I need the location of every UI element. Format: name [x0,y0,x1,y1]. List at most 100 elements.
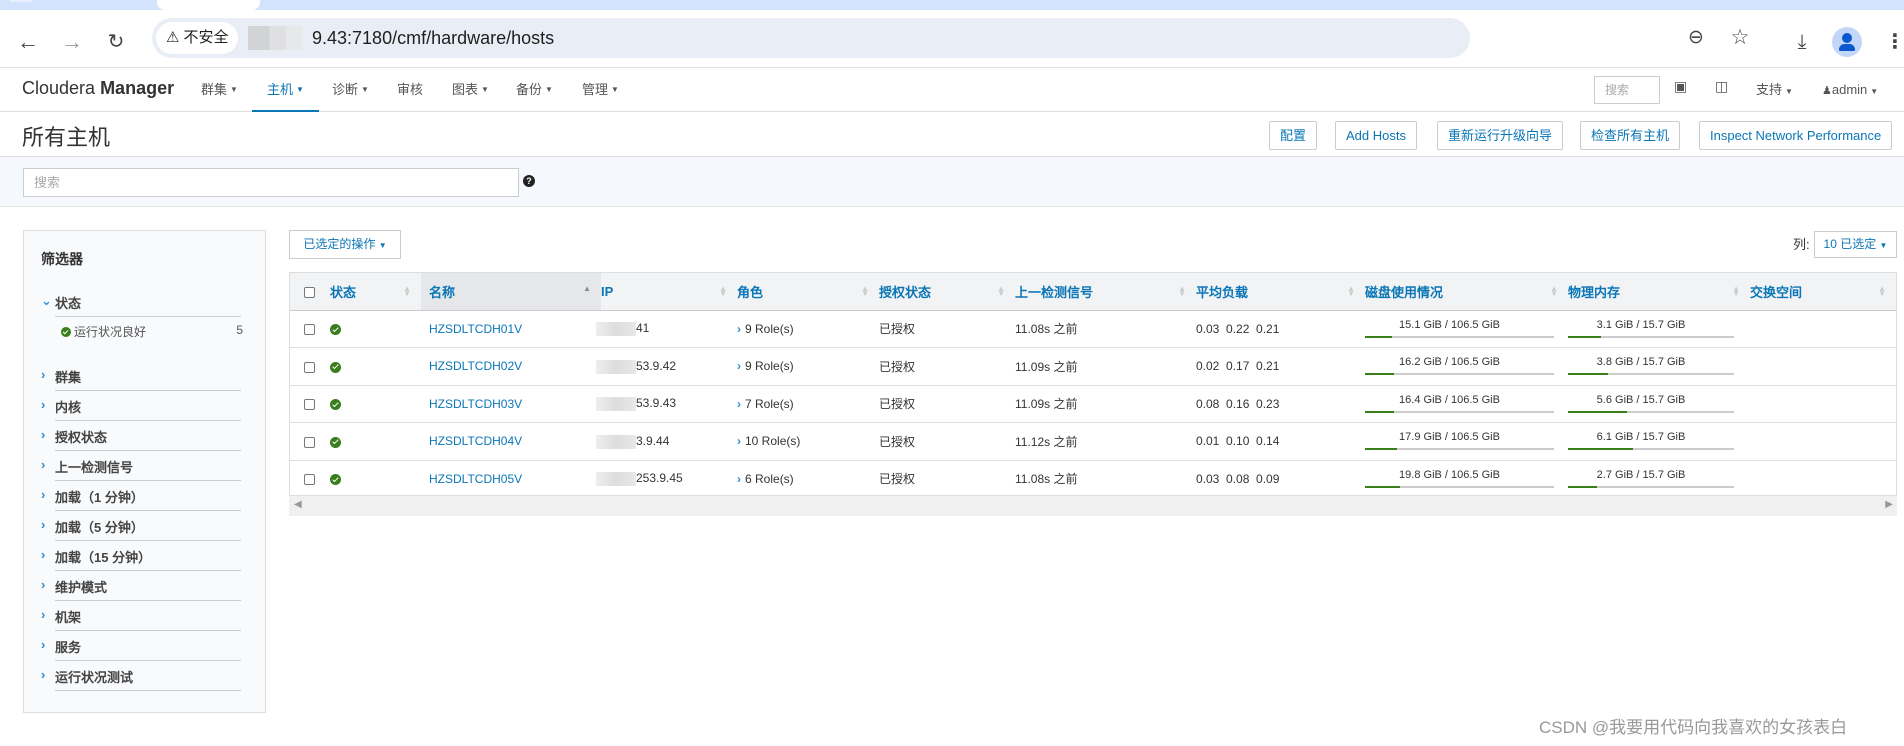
memory-fill [1568,448,1633,451]
commands-icon[interactable]: ◫ [1715,78,1728,95]
filter-group-cluster[interactable]: › 群集 [41,361,241,391]
selected-actions-dropdown[interactable]: 已选定的操作 ▼ [289,230,401,259]
ip-text: 3.9.44 [636,433,670,448]
roles-cell[interactable]: › 7 Role(s) [737,385,879,423]
roles-cell[interactable]: › 9 Role(s) [737,310,879,348]
row-checkbox[interactable] [304,436,315,448]
load-average-cell: 0.08 0.16 0.23 [1196,385,1365,423]
scroll-right-icon[interactable]: ▶ [1885,499,1893,510]
scroll-left-icon[interactable]: ◀ [294,499,302,510]
host-name-link[interactable]: HZSDLTCDH04V [429,434,522,448]
chevron-down-icon: ⌄ [41,293,52,308]
filter-group-kernel[interactable]: › 内核 [41,391,241,421]
filter-group-health-tests[interactable]: › 运行状况测试 [41,661,241,691]
column-header-roles[interactable]: 角色 ▲ ▼ [737,273,879,311]
swap-cell [1750,347,1896,386]
header-label: 上一检测信号 [1015,284,1094,300]
swap-cell [1750,460,1896,498]
active-browser-tab[interactable] [157,0,260,10]
filter-item-healthy[interactable]: 运行状况良好 5 [61,323,243,343]
chevron-right-icon: › [41,487,46,502]
memory-bar: 3.8 GiB / 15.7 GiB [1568,351,1734,381]
roles-cell[interactable]: › 6 Role(s) [737,460,879,498]
zoom-out-icon[interactable]: ⊖ [1682,24,1710,52]
healthy-status-icon [330,436,341,448]
url-text[interactable]: 9.43:7180/cmf/hardware/hosts [312,18,554,58]
column-header-name[interactable]: 名称 ▲ [421,273,601,311]
download-icon[interactable]: ⤓ [1787,27,1817,57]
reload-icon[interactable]: ↻ [102,28,130,56]
row-checkbox[interactable] [304,361,315,373]
column-header-physical-memory[interactable]: 物理内存 ▲ ▼ [1568,273,1750,311]
disk-usage-cell: 15.1 GiB / 106.5 GiB [1365,310,1568,348]
row-checkbox[interactable] [304,474,315,486]
menu-admin[interactable]: 管理 ▼ [582,68,619,112]
column-header-load-average[interactable]: 平均负载 ▲ ▼ [1196,273,1365,311]
filter-group-last-heartbeat[interactable]: › 上一检测信号 [41,451,241,481]
add-hosts-button[interactable]: Add Hosts [1335,121,1417,150]
filter-item-count: 5 [236,323,243,337]
support-menu[interactable]: 支持 ▼ [1756,68,1793,112]
filter-group-commission-state[interactable]: › 授权状态 [41,421,241,451]
rerun-upgrade-wizard-button[interactable]: 重新运行升级向导 [1437,121,1564,150]
memory-text: 5.6 GiB / 15.7 GiB [1596,393,1686,406]
memory-track [1568,373,1734,376]
back-icon[interactable]: ← [14,28,42,56]
user-menu[interactable]: ♟admin ▼ [1822,68,1878,112]
column-header-swap-space[interactable]: 交换空间 ▲ ▼ [1750,273,1896,311]
columns-selector[interactable]: 10 已选定 ▼ [1814,231,1897,258]
select-cell [290,422,330,461]
menu-diagnostics[interactable]: 诊断 ▼ [332,68,369,112]
inspect-all-hosts-button[interactable]: 检查所有主机 [1580,121,1681,150]
host-name-link[interactable]: HZSDLTCDH02V [429,359,522,373]
parcel-icon[interactable]: ▣ [1674,78,1687,95]
more-menu-icon[interactable]: ⋮ [1880,27,1904,57]
row-checkbox[interactable] [304,399,315,411]
horizontal-scrollbar[interactable]: ◀ ▶ [289,496,1897,516]
search-band: 搜索 ? [0,157,1904,207]
row-checkbox[interactable] [304,324,315,336]
help-icon[interactable]: ? [523,175,535,187]
column-header-last-heartbeat[interactable]: 上一检测信号 ▲ ▼ [1015,273,1196,311]
column-header-ip[interactable]: IP ▲ ▼ [601,273,737,311]
host-name-link[interactable]: HZSDLTCDH05V [429,472,522,486]
menu-audit[interactable]: 审核 [397,68,423,112]
select-all-checkbox[interactable] [304,286,315,298]
address-bar[interactable]: ⚠ 不安全 9.43:7180/cmf/hardware/hosts ⊖ ☆ [152,18,1749,58]
roles-cell[interactable]: › 9 Role(s) [737,347,879,386]
brand-logo[interactable]: Cloudera Manager [22,78,174,99]
filter-group-status[interactable]: ⌄ 状态 [41,287,241,317]
memory-fill [1568,410,1628,413]
host-name-link[interactable]: HZSDLTCDH03V [429,397,522,411]
roles-text: 6 Role(s) [745,471,794,486]
column-header-commission-state[interactable]: 授权状态 ▲ ▼ [879,273,1015,311]
divider [55,316,241,317]
column-header-disk-usage[interactable]: 磁盘使用情况 ▲ ▼ [1365,273,1568,311]
sort-icon: ▲ ▼ [1347,284,1355,298]
menu-hosts[interactable]: 主机 ▼ [252,68,319,113]
security-chip[interactable]: ⚠ 不安全 [156,22,239,54]
forward-icon[interactable]: → [58,28,86,56]
status-cell [330,347,421,386]
filter-group-load-1min[interactable]: › 加载（1 分钟） [41,481,241,511]
filter-group-services[interactable]: › 服务 [41,631,241,661]
filter-group-maintenance-mode[interactable]: › 维护模式 [41,571,241,601]
filter-group-rack[interactable]: › 机架 [41,601,241,631]
menu-clusters[interactable]: 群集 ▼ [201,68,238,112]
host-name-link[interactable]: HZSDLTCDH01V [429,322,522,336]
inspect-network-performance-button[interactable]: Inspect Network Performance [1699,121,1893,150]
table-header-row: 状态 ▲ ▼ 名称 ▲ IP ▲ ▼ 角色 ▲ ▼ 授权状态 ▲ ▼ 上一检测信号 ▲ ▼ 平均负载 ▲… [290,273,1896,311]
column-header-status[interactable]: 状态 ▲ ▼ [330,273,421,311]
nav-search-input[interactable]: 搜索 [1594,76,1660,104]
host-search-input[interactable]: 搜索 [23,168,519,197]
browser-tab[interactable] [10,0,32,2]
menu-charts[interactable]: 图表 ▼ [452,68,489,112]
menu-backup[interactable]: 备份 ▼ [516,68,553,112]
configuration-button[interactable]: 配置 [1269,121,1318,150]
filter-group-load-5min[interactable]: › 加载（5 分钟） [41,511,241,541]
filter-group-load-15min[interactable]: › 加载（15 分钟） [41,541,241,571]
star-icon[interactable]: ☆ [1726,24,1754,52]
divider [55,690,241,691]
profile-icon[interactable] [1832,27,1862,57]
roles-cell[interactable]: › 10 Role(s) [737,422,879,461]
